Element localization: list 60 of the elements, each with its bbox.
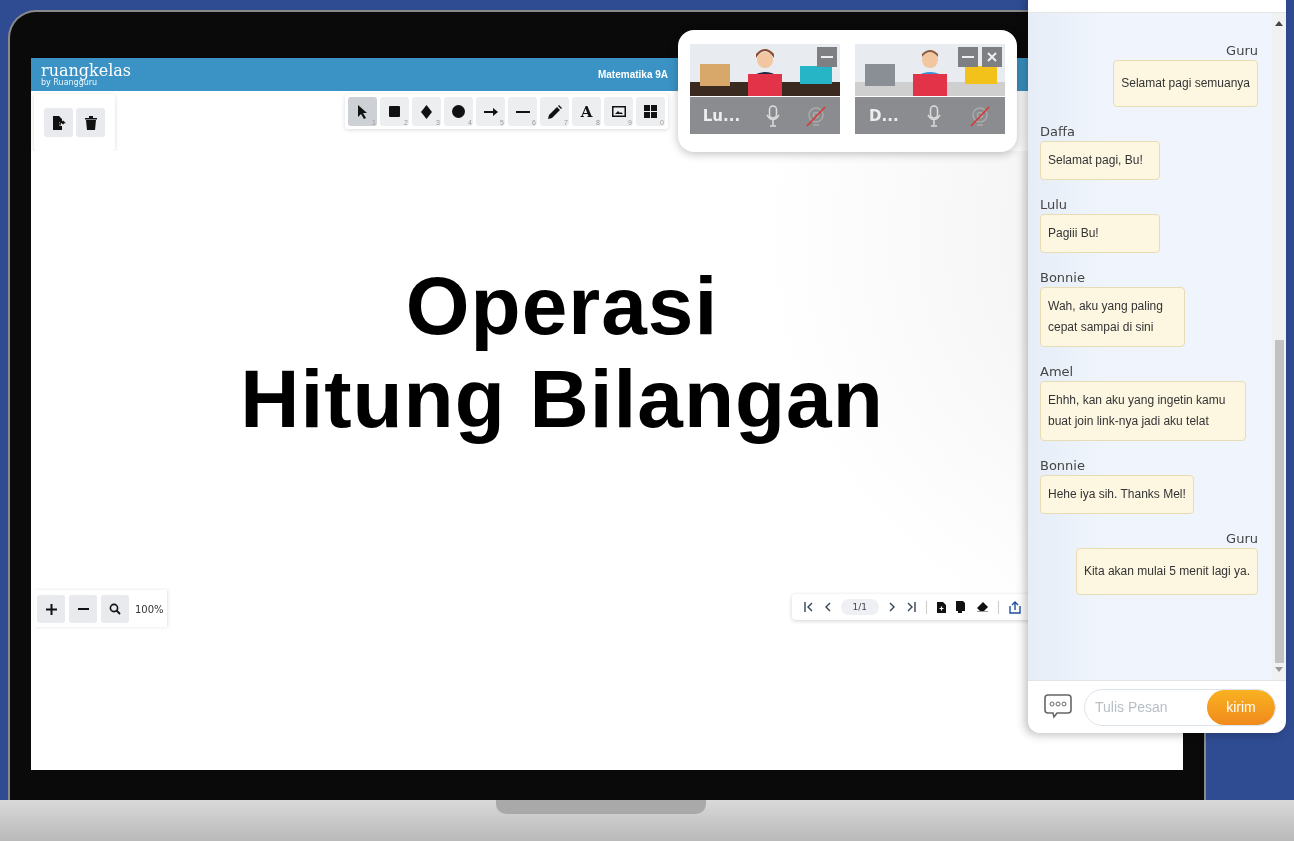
circle-icon [452,105,465,118]
sender-name: Guru [1226,531,1258,546]
chat-message: Hehe iya sih. Thanks Mel! [1040,475,1194,514]
chat-message: Kita akan mulai 5 menit lagi ya. [1075,548,1258,595]
slide-title: Hitung Bilangan [240,352,884,445]
diamond-icon [421,104,432,119]
logo: ruangkelas [41,62,132,79]
send-button[interactable]: kirim [1207,689,1275,725]
close-button[interactable] [982,47,1002,67]
minimize-button[interactable] [958,47,978,67]
minimize-icon [821,56,833,58]
chat-message: Pagiii Bu! [1040,214,1160,253]
zoom-out-button[interactable] [69,595,97,623]
sender-name: Lulu [1040,197,1068,212]
reset-zoom-button[interactable] [101,595,129,623]
last-page-icon[interactable] [906,602,916,612]
line-icon [515,110,530,113]
zoom-in-button[interactable] [37,595,65,623]
chat-message: Selamat pagi, Bu! [1040,141,1160,180]
participant-name: Lu... [702,106,741,125]
close-icon [987,52,997,62]
first-page-icon[interactable] [803,602,814,612]
chat-message: Selamat pagi semuanya [1113,60,1258,107]
minimize-button[interactable] [817,47,837,67]
trash-icon [84,115,97,130]
plus-icon [45,603,57,615]
add-page-icon[interactable] [937,601,946,613]
participant-name: D... [869,106,899,125]
zoom-level: 100% [135,603,164,615]
next-page-icon[interactable] [889,602,896,612]
sender-name: Daffa [1040,124,1075,139]
page-counter: 1/1 [840,599,879,615]
image-icon [611,106,626,117]
square-icon [389,106,400,117]
delete-button[interactable] [76,108,105,137]
pencil-icon [547,104,562,119]
class-title: Matematika 9A [597,69,668,80]
minus-icon [77,608,89,610]
sender-name: Bonnie [1040,270,1085,285]
minimize-icon [962,56,974,58]
speech-bubble-icon[interactable] [1044,694,1072,720]
scrollbar[interactable] [1272,13,1286,680]
sender-name: Bonnie [1040,458,1085,473]
scroll-up-icon[interactable] [1275,21,1283,26]
cursor-icon [356,104,369,119]
chat-message: Ehhh, kan aku yang ingetin kamu buat join link-nya jadi aku telat [1040,381,1246,441]
search-icon [109,603,121,615]
chat-message: Wah, aku yang paling cepat sampai di sini [1040,287,1185,347]
sender-name: Amel [1040,364,1074,379]
file-export-icon [51,115,66,130]
logo-tagline: by Ruangguru [41,78,98,87]
arrow-icon [483,107,498,116]
eraser-icon[interactable] [977,602,988,612]
grid-icon [644,105,657,118]
duplicate-page-icon[interactable] [956,601,967,613]
sender-name: Guru [1226,43,1258,58]
slide-title: Operasi [405,259,719,352]
export-button[interactable] [44,108,73,137]
previous-page-icon[interactable] [823,602,831,612]
share-icon[interactable] [1009,600,1021,614]
